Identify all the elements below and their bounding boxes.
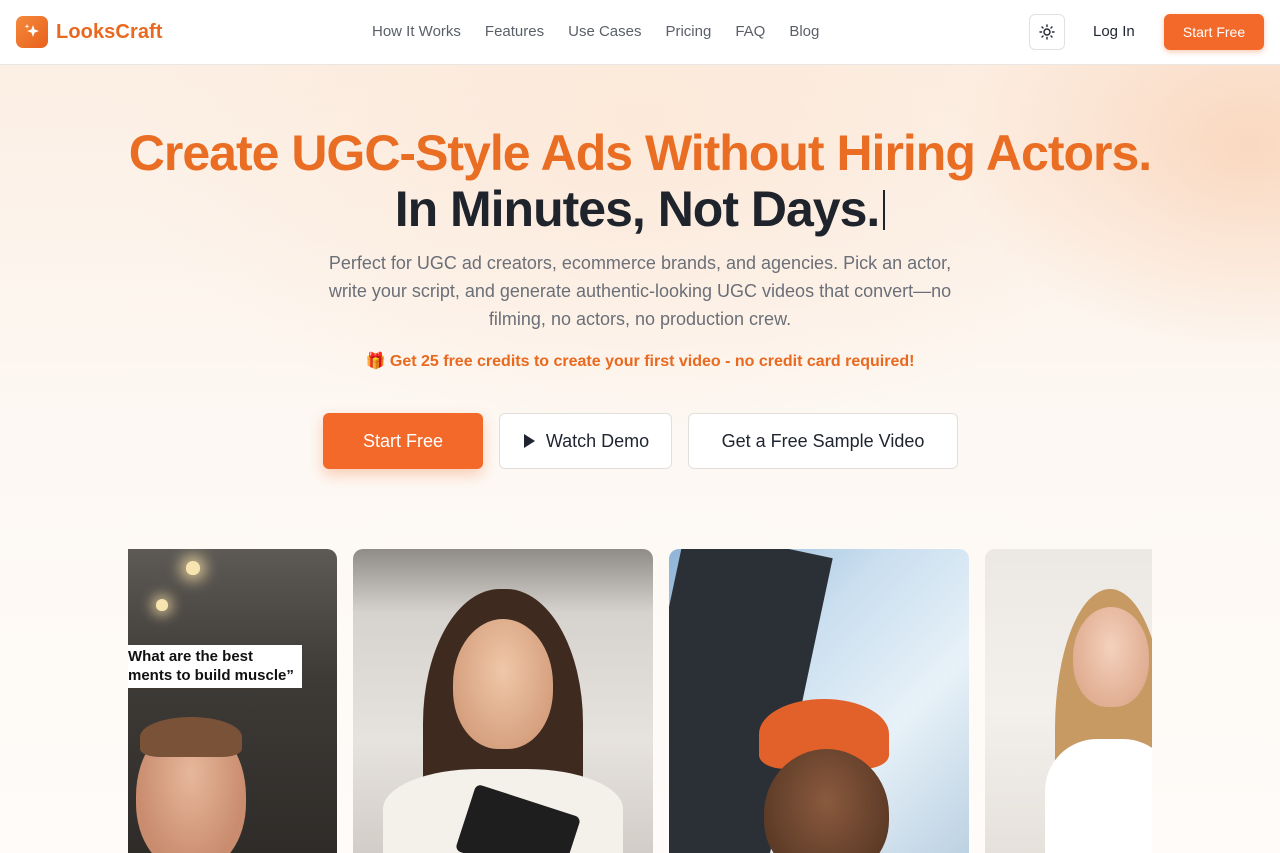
video-thumbnail-image (186, 561, 200, 575)
brand-name: LooksCraft (56, 20, 163, 43)
nav-blog[interactable]: Blog (789, 22, 819, 42)
nav-use-cases[interactable]: Use Cases (568, 22, 641, 42)
sparkle-icon (16, 16, 48, 48)
sun-icon (1039, 24, 1055, 40)
login-link[interactable]: Log In (1093, 22, 1135, 42)
video-caption: What are the best ments to build muscle” (128, 645, 302, 688)
start-free-header-button[interactable]: Start Free (1164, 14, 1264, 50)
nav-pricing[interactable]: Pricing (665, 22, 711, 42)
cta-group: Start Free Watch Demo Get a Free Sample … (323, 413, 958, 469)
hero-subtitle: Perfect for UGC ad creators, ecommerce b… (328, 253, 952, 329)
hero-title-line2: In Minutes, Not Days. (0, 180, 1280, 238)
video-card[interactable] (985, 549, 1152, 853)
nav-how-it-works[interactable]: How It Works (372, 22, 461, 42)
video-caption-line2: ments to build muscle” (128, 667, 294, 684)
video-card[interactable] (669, 549, 969, 853)
video-caption-line1: What are the best (128, 648, 254, 665)
theme-toggle-button[interactable] (1029, 14, 1065, 50)
video-carousel: What are the best ments to build muscle” (128, 549, 1152, 853)
start-free-button[interactable]: Start Free (323, 413, 483, 469)
typing-caret (883, 190, 886, 230)
free-sample-video-button[interactable]: Get a Free Sample Video (688, 413, 958, 469)
video-thumbnail-image (156, 599, 168, 611)
hero-title-line1: Create UGC-Style Ads Without Hiring Acto… (128, 125, 1152, 181)
nav-faq[interactable]: FAQ (735, 22, 765, 42)
promo-text: Get 25 free credits to create your first… (389, 353, 915, 370)
brand-logo[interactable]: LooksCraft (16, 16, 163, 48)
top-navbar: LooksCraft How It Works Features Use Cas… (0, 0, 1280, 65)
gift-icon: 🎁 (365, 353, 386, 370)
video-thumbnail-image (1073, 607, 1149, 707)
play-icon (523, 434, 535, 448)
watch-demo-label: Watch Demo (545, 430, 650, 451)
video-thumbnail-image (140, 717, 242, 757)
video-thumbnail-image (453, 619, 553, 749)
main-nav: How It Works Features Use Cases Pricing … (372, 22, 819, 42)
video-card[interactable]: What are the best ments to build muscle” (128, 549, 337, 853)
video-card[interactable] (353, 549, 653, 853)
hero-title-line2-text: In Minutes, Not Days. (394, 181, 881, 237)
nav-features[interactable]: Features (485, 22, 544, 42)
promo-banner: 🎁 Get 25 free credits to create your fir… (0, 351, 1280, 371)
watch-demo-button[interactable]: Watch Demo (499, 413, 672, 469)
video-thumbnail-image (1045, 739, 1152, 853)
